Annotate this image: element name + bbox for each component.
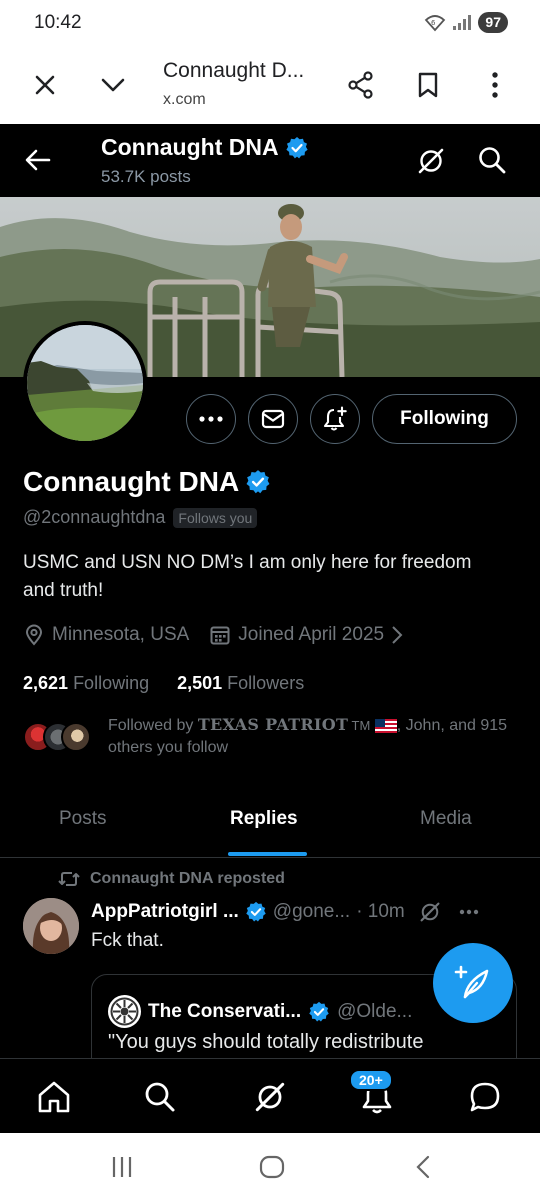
header-name-text: Connaught DNA — [101, 134, 279, 160]
follower-avatar — [61, 722, 91, 752]
tweet-author-name[interactable]: AppPatriotgirl ... — [91, 901, 239, 923]
profile-bio: USMC and USN NO DM’s I am only here for … — [23, 552, 472, 601]
notifications-badge: 20+ — [349, 1069, 393, 1091]
bookmark-icon[interactable] — [411, 68, 445, 102]
following-count: 2,621 — [23, 673, 69, 693]
chevron-right-icon — [391, 625, 403, 645]
recent-apps-icon[interactable] — [108, 1153, 136, 1181]
quoted-tweet-header: The Conservati... @Olde... — [108, 995, 412, 1028]
verified-badge-icon — [308, 1001, 330, 1023]
home-button-icon[interactable] — [258, 1153, 286, 1181]
tweet-header: AppPatriotgirl ... @gone... · 10m — [91, 899, 479, 925]
android-navigation-bar — [0, 1133, 540, 1200]
browser-toolbar: Connaught D... x.com — [0, 46, 540, 124]
quoted-author-handle: @Olde... — [337, 1000, 413, 1022]
followers-label: Followers — [227, 673, 305, 693]
follows-you-badge: Follows you — [173, 507, 258, 528]
followed-by-patriot: TEXAS PATRIOT — [197, 715, 349, 734]
follow-stats: 2,621 Following 2,501 Followers — [23, 673, 304, 694]
joined-item[interactable]: Joined April 2025 — [209, 624, 403, 646]
repost-indicator: Connaught DNA reposted — [58, 870, 285, 888]
svg-text:6: 6 — [431, 19, 436, 27]
profile-meta: Minnesota, USA Joined April 2025 — [23, 624, 423, 646]
following-button[interactable]: Following — [372, 394, 517, 444]
calendar-icon — [209, 624, 231, 646]
followers-stat[interactable]: 2,501 Followers — [177, 673, 304, 694]
following-stat[interactable]: 2,621 Following — [23, 673, 149, 694]
more-horizontal-icon — [199, 416, 223, 422]
repost-icon — [58, 870, 80, 888]
explore-search-icon[interactable] — [142, 1079, 178, 1115]
grok-icon[interactable] — [417, 899, 443, 925]
profile-avatar[interactable] — [23, 321, 147, 445]
header-profile-name: Connaught DNA — [101, 134, 309, 161]
message-button[interactable] — [248, 394, 298, 444]
tweet-more-icon[interactable] — [459, 909, 479, 915]
more-vert-icon[interactable] — [478, 68, 512, 102]
repost-label: Connaught DNA reposted — [90, 870, 285, 887]
chevron-down-icon[interactable] — [96, 68, 130, 102]
followers-count: 2,501 — [177, 673, 223, 693]
bell-plus-icon — [322, 406, 348, 432]
followed-by-tm: TM — [348, 718, 371, 733]
bottom-navigation: 20+ — [0, 1058, 540, 1133]
quoted-author-avatar — [108, 995, 141, 1028]
home-icon[interactable] — [36, 1079, 72, 1115]
tweet-text: Fck that. — [91, 930, 164, 951]
header-post-count: 53.7K posts — [101, 167, 191, 186]
grok-icon[interactable] — [414, 144, 448, 178]
profile-header-bar: Connaught DNA 53.7K posts — [0, 124, 540, 197]
followed-by-text: Followed by TEXAS PATRIOT TM , John, and… — [108, 714, 518, 759]
compose-feather-icon — [453, 963, 493, 1003]
status-icons: 6 97 — [424, 12, 508, 33]
tab-replies[interactable]: Replies — [230, 808, 298, 830]
close-icon[interactable] — [28, 68, 62, 102]
followed-by-row[interactable]: Followed by TEXAS PATRIOT TM , John, and… — [23, 714, 523, 764]
profile-tabs: Posts Replies Media — [0, 790, 540, 858]
search-icon[interactable] — [476, 144, 508, 176]
profile-name-text: Connaught DNA — [23, 466, 240, 497]
mail-icon — [261, 409, 285, 429]
profile-handle: @2connaughtdna — [23, 507, 166, 527]
wifi-icon: 6 — [424, 14, 446, 32]
us-flag-icon — [374, 718, 397, 733]
grok-nav-icon[interactable] — [252, 1079, 288, 1115]
tab-posts[interactable]: Posts — [59, 808, 107, 830]
profile-name: Connaught DNA — [23, 466, 271, 498]
tweet-author-handle[interactable]: @gone... — [273, 901, 350, 923]
location-pin-icon — [23, 624, 45, 646]
verified-badge-icon — [285, 136, 309, 160]
battery-indicator: 97 — [478, 12, 508, 33]
share-icon[interactable] — [344, 68, 378, 102]
quoted-author-name: The Conservati... — [148, 1000, 302, 1022]
following-label: Following — [73, 673, 150, 693]
handle-row: @2connaughtdna Follows you — [23, 507, 258, 528]
browser-page-title: Connaught D... — [163, 59, 305, 82]
location-text: Minnesota, USA — [52, 624, 190, 645]
tab-media[interactable]: Media — [420, 808, 472, 830]
more-options-button[interactable] — [186, 394, 236, 444]
verified-badge-icon — [245, 901, 267, 923]
compose-post-button[interactable] — [433, 943, 513, 1023]
tweet-timestamp[interactable]: · 10m — [356, 901, 405, 923]
back-arrow-icon[interactable] — [22, 144, 54, 176]
joined-text: Joined April 2025 — [238, 624, 385, 645]
location-item: Minnesota, USA — [23, 624, 189, 646]
messages-icon[interactable] — [467, 1079, 503, 1115]
active-tab-indicator — [228, 852, 307, 856]
followed-by-prefix: Followed by — [108, 717, 198, 734]
status-time: 10:42 — [34, 12, 82, 33]
followed-by-avatars — [23, 722, 93, 754]
tweet-author-avatar[interactable] — [23, 898, 79, 954]
quoted-tweet-text: "You guys should totally redistribute — [108, 1031, 424, 1053]
verified-badge-icon — [245, 469, 271, 495]
system-back-icon[interactable] — [410, 1153, 438, 1181]
subscribe-notifications-button[interactable] — [310, 394, 360, 444]
browser-url: x.com — [163, 91, 206, 108]
signal-icon — [452, 14, 472, 31]
status-bar: 10:42 6 97 — [0, 0, 540, 46]
